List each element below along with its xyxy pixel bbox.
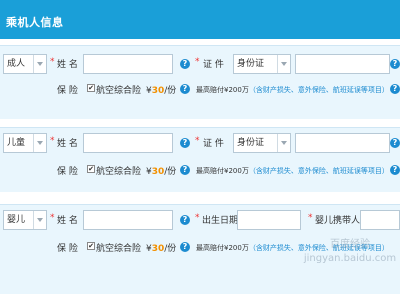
passenger-child: 儿童 * 姓 名 ? * 证 件 身份证 ? 保 险 ✔ 航空综合险 ¥30/份… [0, 127, 400, 192]
name-label: 姓 名 [57, 216, 78, 226]
name-input[interactable] [83, 54, 173, 74]
passenger-type-value: 婴儿 [7, 215, 26, 225]
help-icon[interactable]: ? [390, 165, 400, 175]
help-icon[interactable]: ? [390, 59, 400, 69]
insurance-note: 最高赔付¥200万（含财产损失、意外保险、航班延误等项目） [196, 166, 389, 176]
insurance-price: ¥30/份 [146, 164, 176, 177]
help-icon[interactable]: ? [390, 138, 400, 148]
note-text: 最高赔付¥200万 [196, 86, 249, 94]
price-unit: /份 [164, 86, 177, 96]
section-title: 乘机人信息 [6, 16, 64, 29]
help-icon[interactable]: ? [390, 84, 400, 94]
birth-date-label: 出生日期 [202, 216, 239, 226]
insurance-checkbox[interactable]: ✔ [87, 242, 95, 250]
cert-type-select[interactable]: 身份证 [233, 133, 291, 153]
price-unit: /份 [164, 244, 177, 254]
chevron-down-icon [33, 55, 46, 73]
cert-type-select[interactable]: 身份证 [233, 54, 291, 74]
passenger-adult: 成人 * 姓 名 ? * 证 件 身份证 ? 保 险 ✔ 航空综合险 ¥30/份… [0, 45, 400, 119]
passenger-type-select[interactable]: 婴儿 [3, 210, 47, 230]
insurance-price: ¥30/份 [146, 83, 176, 96]
passenger-type-select[interactable]: 儿童 [3, 133, 47, 153]
help-icon[interactable]: ? [180, 59, 190, 69]
guardian-input[interactable] [360, 210, 400, 230]
name-label: 姓 名 [57, 139, 78, 149]
price-number: 30 [151, 86, 165, 96]
help-icon[interactable]: ? [180, 138, 190, 148]
chevron-down-icon [277, 134, 290, 152]
required-mark: * [195, 57, 200, 67]
insurance-label: 保 险 [57, 244, 78, 254]
insurance-label: 保 险 [57, 167, 78, 177]
insurance-checkbox[interactable]: ✔ [87, 165, 95, 173]
cert-type-value: 身份证 [237, 59, 265, 69]
passenger-type-value: 成人 [7, 59, 26, 69]
note-link[interactable]: （含财产损失、意外保险、航班延误等项目） [249, 86, 389, 94]
insurance-label: 保 险 [57, 86, 78, 96]
section-header: 乘机人信息 [0, 0, 400, 39]
required-mark: * [308, 213, 313, 223]
insurance-price: ¥30/份 [146, 241, 176, 254]
help-icon[interactable]: ? [180, 165, 190, 175]
required-mark: * [50, 57, 55, 67]
chevron-down-icon [277, 55, 290, 73]
price-number: 30 [151, 244, 165, 254]
passenger-type-value: 儿童 [7, 138, 26, 148]
help-icon[interactable]: ? [180, 242, 190, 252]
chevron-down-icon [33, 134, 46, 152]
insurance-checkbox[interactable]: ✔ [87, 84, 95, 92]
help-icon[interactable]: ? [180, 215, 190, 225]
required-mark: * [50, 213, 55, 223]
cert-number-input[interactable] [295, 133, 390, 153]
insurance-note: 最高赔付¥200万（含财产损失、意外保险、航班延误等项目） [196, 85, 389, 95]
price-number: 30 [151, 167, 165, 177]
name-input[interactable] [83, 133, 173, 153]
help-icon[interactable]: ? [180, 84, 190, 94]
price-unit: /份 [164, 167, 177, 177]
note-link[interactable]: （含财产损失、意外保险、航班延误等项目） [249, 167, 389, 175]
required-mark: * [50, 136, 55, 146]
cert-label: 证 件 [203, 60, 224, 70]
name-input[interactable] [83, 210, 173, 230]
insurance-name: 航空综合险 [96, 167, 142, 177]
guardian-label: 婴儿携带人 [315, 216, 361, 226]
insurance-name: 航空综合险 [96, 86, 142, 96]
insurance-name: 航空综合险 [96, 244, 142, 254]
cert-number-input[interactable] [295, 54, 390, 74]
cert-label: 证 件 [203, 139, 224, 149]
passenger-type-select[interactable]: 成人 [3, 54, 47, 74]
note-text: 最高赔付¥200万 [196, 244, 249, 252]
required-mark: * [195, 213, 200, 223]
name-label: 姓 名 [57, 60, 78, 70]
cert-type-value: 身份证 [237, 138, 265, 148]
watermark: 百度经验 jingyan.baidu.com [303, 239, 397, 264]
chevron-down-icon [33, 211, 46, 229]
required-mark: * [195, 136, 200, 146]
birth-date-input[interactable] [237, 210, 301, 230]
note-text: 最高赔付¥200万 [196, 167, 249, 175]
